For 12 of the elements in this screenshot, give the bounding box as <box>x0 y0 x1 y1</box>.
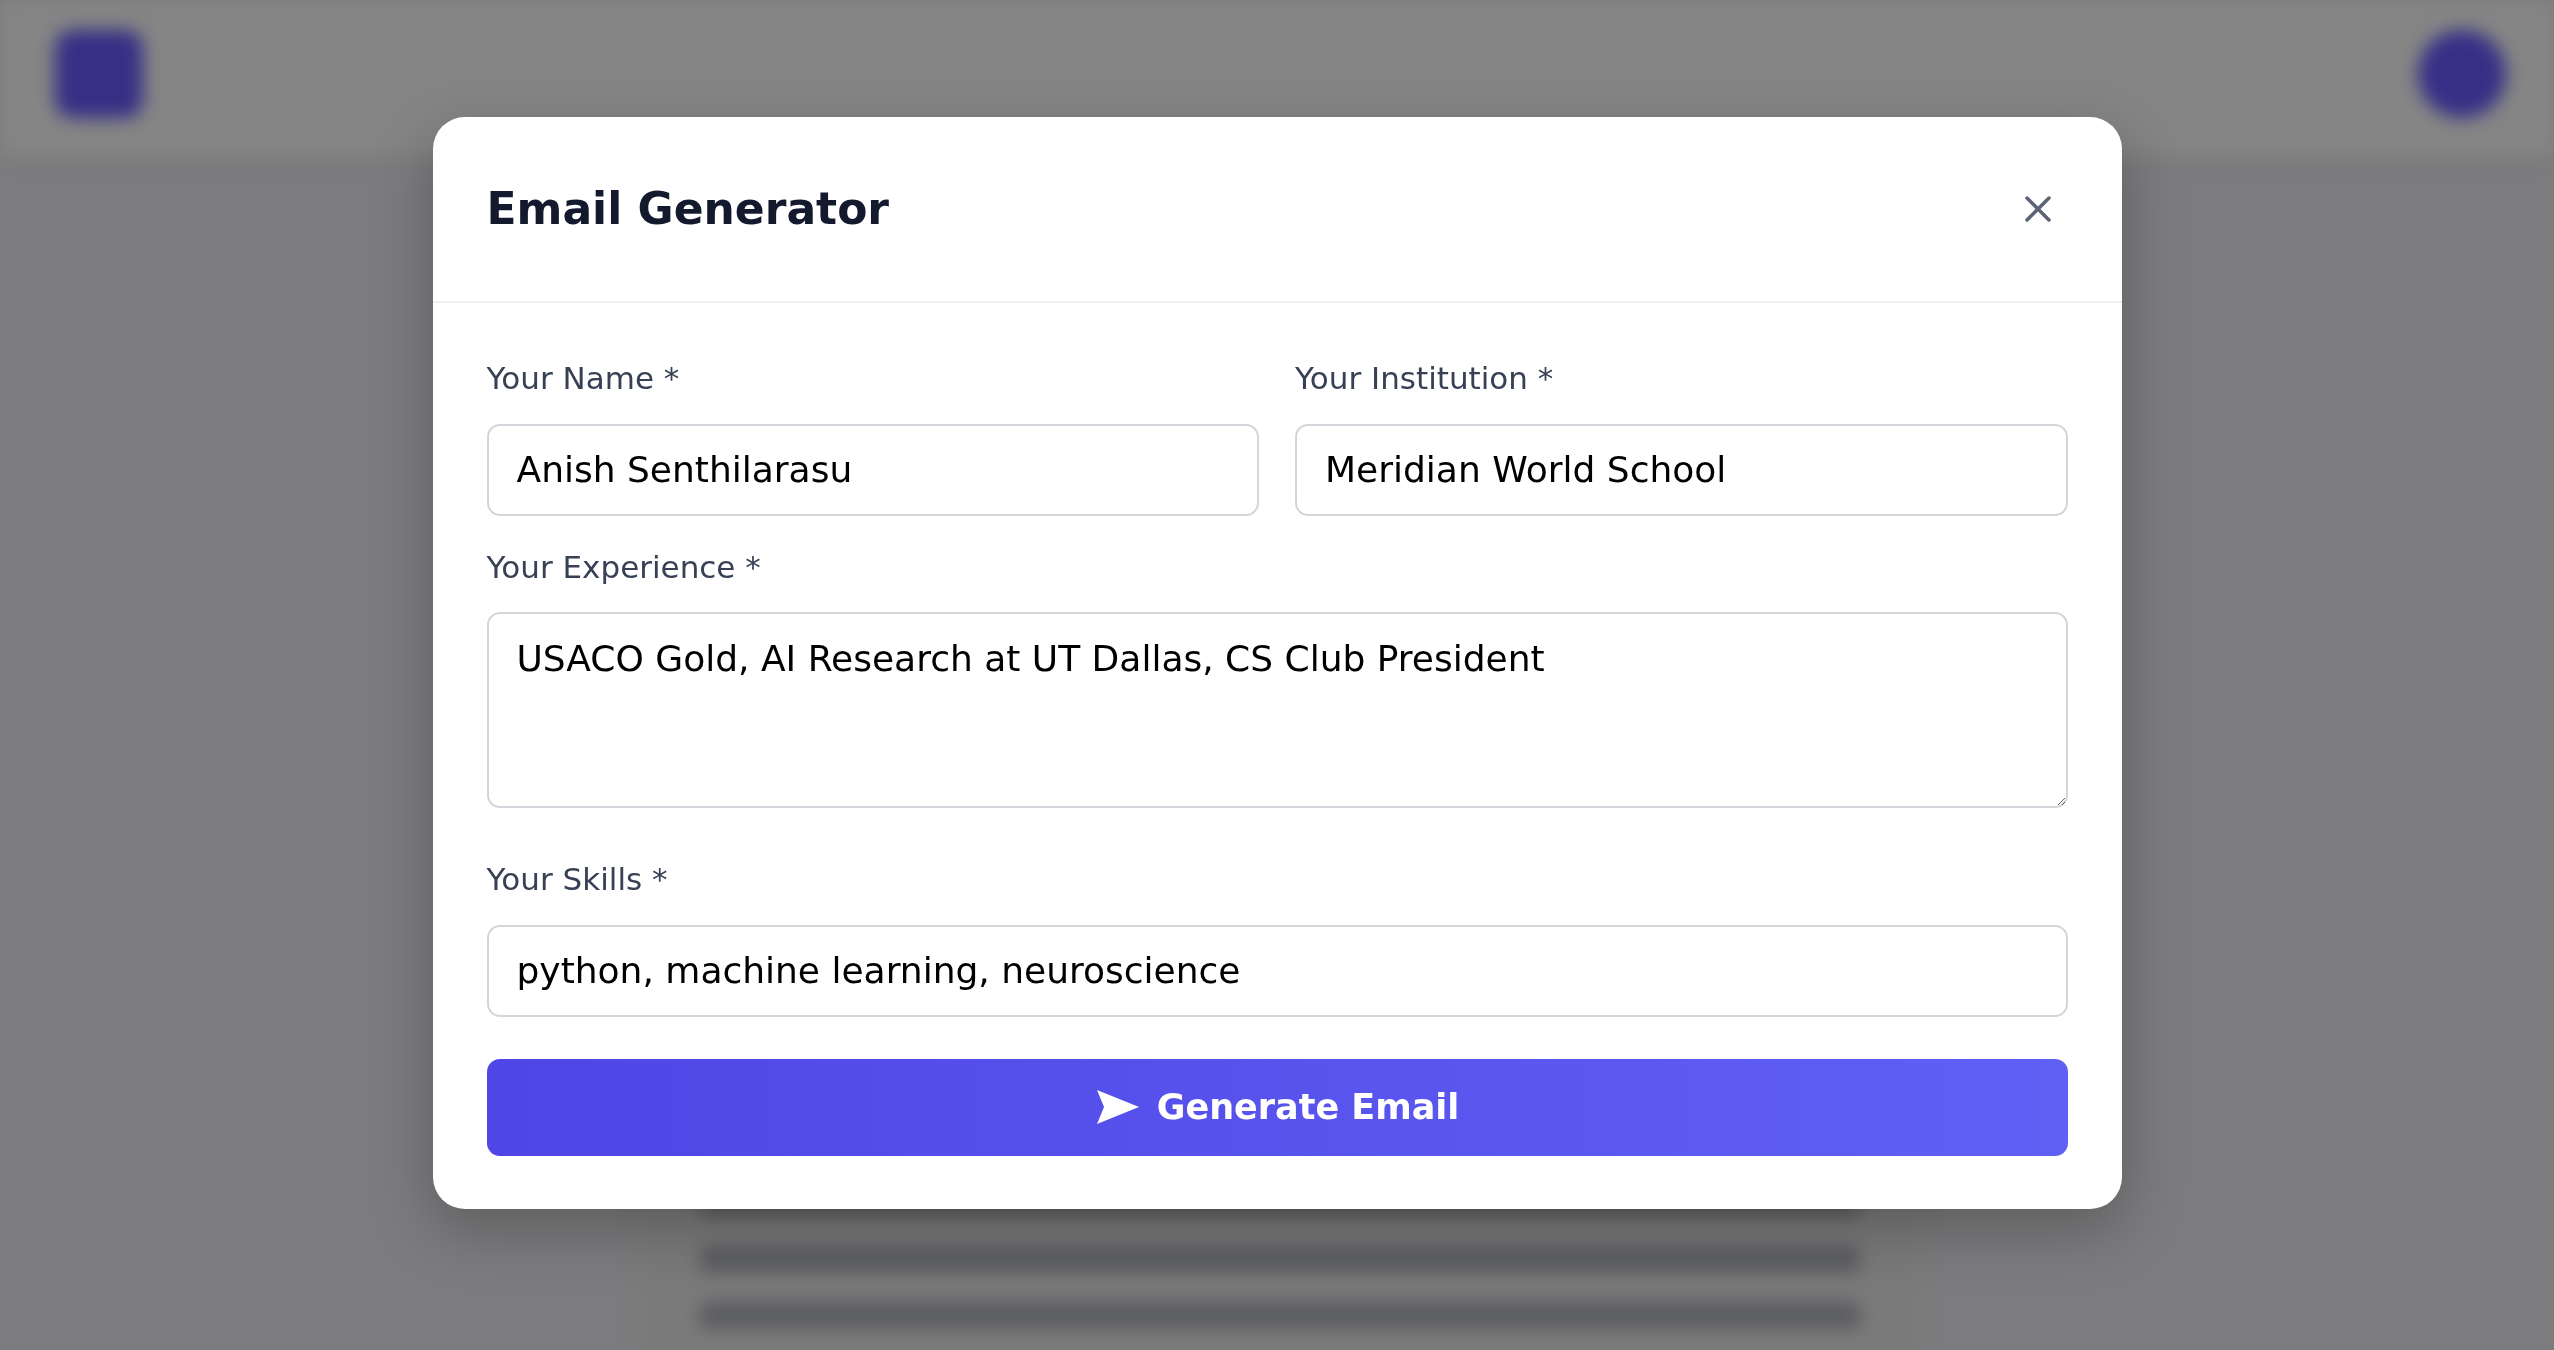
field-label: Your Institution * <box>1295 359 1555 398</box>
dialog-title: Email Generator <box>486 182 890 236</box>
field-label: Your Name * <box>486 359 681 398</box>
close-icon <box>2023 195 2052 223</box>
field-label: Your Skills * <box>486 860 669 899</box>
send-icon <box>1094 1088 1141 1126</box>
field-label: Your Experience * <box>486 547 762 587</box>
input-field[interactable]: Anish Senthilarasu <box>486 423 1259 516</box>
input-field[interactable]: python, machine learning, neuroscience <box>486 924 2068 1017</box>
generate-email-button[interactable]: Generate Email <box>486 1058 2068 1156</box>
experience-textarea[interactable]: USACO Gold, AI Research at UT Dallas, CS Club President <box>486 612 2068 808</box>
input-field[interactable]: Meridian World School <box>1295 423 2068 516</box>
